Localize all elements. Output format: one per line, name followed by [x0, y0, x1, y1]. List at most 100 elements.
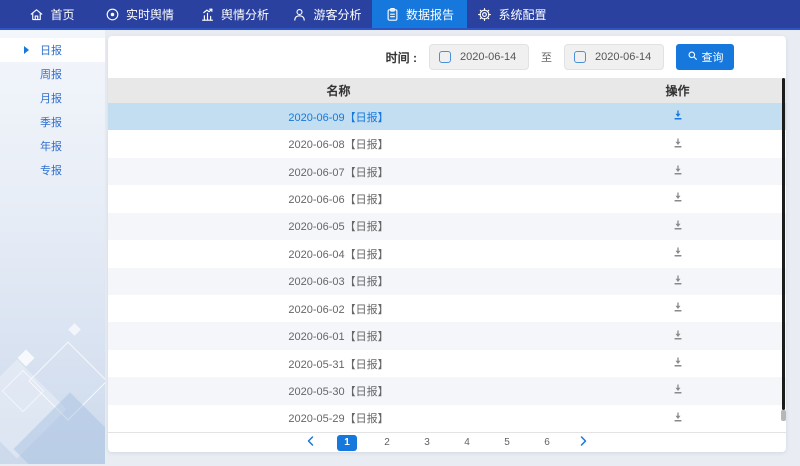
table-row[interactable]: 2020-06-09【日报】: [108, 103, 786, 130]
download-icon: [672, 109, 684, 124]
table-row[interactable]: 2020-06-01【日报】: [108, 322, 786, 349]
nav-item-3[interactable]: 舆情分析: [187, 0, 282, 28]
report-name: 2020-06-05【日报】: [108, 218, 569, 234]
search-button[interactable]: 查询: [676, 44, 734, 70]
sidebar-decoration: [0, 314, 105, 464]
date-range-to-label: 至: [541, 49, 552, 65]
download-button[interactable]: [672, 301, 684, 316]
table-row[interactable]: 2020-06-08【日报】: [108, 130, 786, 157]
nav-item-5[interactable]: 数据报告: [372, 0, 467, 28]
table-row[interactable]: 2020-06-03【日报】: [108, 268, 786, 295]
column-header-name: 名称: [108, 82, 569, 99]
operation-cell: [569, 356, 786, 371]
main-row: 日报周报月报季报年报专报 时间 : 2020-06-14 至: [0, 30, 800, 464]
download-button[interactable]: [672, 383, 684, 398]
nav-item-6[interactable]: 系统配置: [467, 0, 557, 28]
table-body: 2020-06-09【日报】2020-06-08【日报】 2020-06-07【日…: [108, 103, 786, 433]
nav-item-2[interactable]: 实时舆情: [92, 0, 187, 28]
download-button[interactable]: [672, 356, 684, 371]
end-date-input[interactable]: 2020-06-14: [564, 44, 664, 70]
sidebar-item-label: 年报: [40, 138, 62, 154]
nav-item-label: 数据报告: [406, 6, 454, 23]
operation-cell: [569, 329, 786, 344]
table-scrollbar[interactable]: [782, 78, 785, 421]
page-number-5[interactable]: 5: [497, 435, 517, 451]
calendar-icon: [439, 51, 451, 63]
table-row[interactable]: 2020-06-04【日报】: [108, 240, 786, 267]
column-header-operation: 操作: [569, 82, 786, 99]
operation-cell: [569, 164, 786, 179]
nav-item-1[interactable]: 首页: [12, 0, 92, 28]
report-name: 2020-06-03【日报】: [108, 273, 569, 289]
report-name: 2020-05-29【日报】: [108, 410, 569, 426]
sidebar-menu: 日报周报月报季报年报专报: [0, 30, 105, 182]
chevron-right-icon: [577, 435, 589, 450]
operation-cell: [569, 301, 786, 316]
start-date-input[interactable]: 2020-06-14: [429, 44, 529, 70]
person-icon: [292, 7, 307, 22]
report-name: 2020-05-30【日报】: [108, 383, 569, 399]
prev-page-button[interactable]: [305, 435, 317, 450]
report-name: 2020-06-07【日报】: [108, 164, 569, 180]
operation-cell: [569, 219, 786, 234]
download-button[interactable]: [672, 191, 684, 206]
page-number-6[interactable]: 6: [537, 435, 557, 451]
gear-icon: [477, 7, 492, 22]
chevron-left-icon: [305, 435, 317, 450]
nav-item-label: 首页: [50, 6, 74, 23]
page-number-4[interactable]: 4: [457, 435, 477, 451]
download-icon: [672, 137, 684, 152]
download-button[interactable]: [672, 164, 684, 179]
next-page-button[interactable]: [577, 435, 589, 450]
calendar-icon: [574, 51, 586, 63]
sidebar-item-label: 月报: [40, 90, 62, 106]
table-row[interactable]: 2020-05-29【日报】: [108, 405, 786, 432]
download-icon: [672, 383, 684, 398]
table-row[interactable]: 2020-06-07【日报】: [108, 158, 786, 185]
table-row[interactable]: 2020-05-30【日报】: [108, 377, 786, 404]
table-row[interactable]: 2020-06-06【日报】: [108, 185, 786, 212]
pagination: 1 2 3 4 5 6: [108, 433, 786, 452]
nav-item-label: 游客分析: [313, 6, 361, 23]
download-icon: [672, 329, 684, 344]
report-name: 2020-06-01【日报】: [108, 328, 569, 344]
download-button[interactable]: [672, 109, 684, 124]
nav-item-label: 实时舆情: [126, 6, 174, 23]
home-icon: [29, 7, 44, 22]
search-button-label: 查询: [702, 49, 724, 65]
download-button[interactable]: [672, 329, 684, 344]
download-button[interactable]: [672, 246, 684, 261]
nav-item-label: 系统配置: [498, 6, 546, 23]
report-name: 2020-05-31【日报】: [108, 356, 569, 372]
report-card: 时间 : 2020-06-14 至 2020-06-14 查询: [108, 36, 786, 452]
download-button[interactable]: [672, 219, 684, 234]
download-button[interactable]: [672, 137, 684, 152]
top-navbar: 首页 实时舆情 舆情分析 游客分析 数据报告 系统配置: [0, 0, 800, 30]
operation-cell: [569, 137, 786, 152]
table-row[interactable]: 2020-06-02【日报】: [108, 295, 786, 322]
download-icon: [672, 219, 684, 234]
sidebar-item-1[interactable]: 日报: [0, 38, 105, 62]
page-number-3[interactable]: 3: [417, 435, 437, 451]
download-button[interactable]: [672, 411, 684, 426]
table-header: 名称 操作: [108, 78, 786, 103]
sidebar-item-2[interactable]: 周报: [0, 62, 105, 86]
chart-icon: [200, 7, 215, 22]
start-date-value: 2020-06-14: [460, 51, 516, 63]
download-button[interactable]: [672, 274, 684, 289]
sidebar-item-3[interactable]: 月报: [0, 86, 105, 110]
sidebar-item-4[interactable]: 季报: [0, 110, 105, 134]
report-name: 2020-06-04【日报】: [108, 246, 569, 262]
scrollbar-thumb[interactable]: [782, 78, 785, 410]
page-number-1[interactable]: 1: [337, 435, 357, 451]
sidebar-item-label: 专报: [40, 162, 62, 178]
sidebar-item-6[interactable]: 专报: [0, 158, 105, 182]
table-row[interactable]: 2020-06-05【日报】: [108, 213, 786, 240]
nav-item-4[interactable]: 游客分析: [282, 0, 372, 28]
nav-item-label: 舆情分析: [221, 6, 269, 23]
download-icon: [672, 356, 684, 371]
operation-cell: [569, 383, 786, 398]
sidebar-item-5[interactable]: 年报: [0, 134, 105, 158]
page-number-2[interactable]: 2: [377, 435, 397, 451]
table-row[interactable]: 2020-05-31【日报】: [108, 350, 786, 377]
